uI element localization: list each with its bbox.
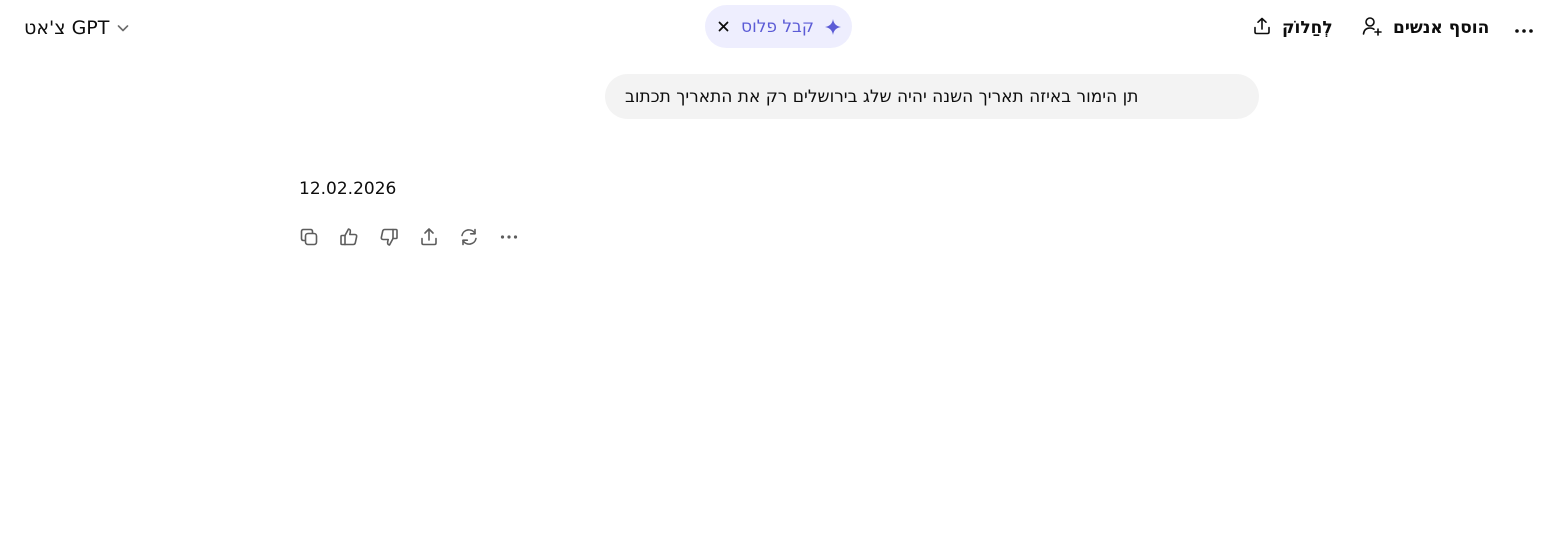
share-message-button[interactable] (416, 224, 442, 250)
more-horizontal-icon (498, 226, 520, 248)
share-label: לְחַלוֹק (1282, 18, 1333, 38)
more-horizontal-icon (1514, 19, 1534, 38)
good-response-button[interactable] (336, 224, 362, 250)
more-options-button[interactable] (1507, 11, 1541, 45)
share-icon (418, 226, 440, 248)
add-people-label: הוסף אנשים (1393, 18, 1490, 38)
add-person-icon (1361, 15, 1383, 41)
message-action-bar (296, 224, 536, 250)
regenerate-button[interactable] (456, 224, 482, 250)
regenerate-icon (458, 226, 480, 248)
user-message-text: תן הימור באיזה תאריך השנה יהיה שלג בירוש… (625, 86, 1139, 107)
get-plus-button[interactable]: קבל פלוס (741, 17, 814, 37)
model-name: צ'אט GPT (24, 17, 110, 39)
model-selector[interactable]: צ'אט GPT (18, 12, 137, 44)
more-actions-button[interactable] (496, 224, 522, 250)
thumbs-up-icon (338, 226, 360, 248)
assistant-message-text: 12.02.2026 (299, 179, 397, 199)
thumbs-down-icon (378, 226, 400, 248)
copy-button[interactable] (296, 224, 322, 250)
share-icon (1252, 16, 1272, 40)
close-icon[interactable] (715, 19, 731, 35)
upgrade-pill: קבל פלוס (705, 5, 852, 48)
chevron-down-icon (115, 20, 131, 36)
add-people-button[interactable]: הוסף אנשים (1355, 11, 1495, 45)
user-message-bubble: תן הימור באיזה תאריך השנה יהיה שלג בירוש… (605, 74, 1259, 119)
bad-response-button[interactable] (376, 224, 402, 250)
sparkle-icon (824, 18, 842, 36)
share-button[interactable]: לְחַלוֹק (1246, 11, 1339, 45)
copy-icon (298, 226, 320, 248)
